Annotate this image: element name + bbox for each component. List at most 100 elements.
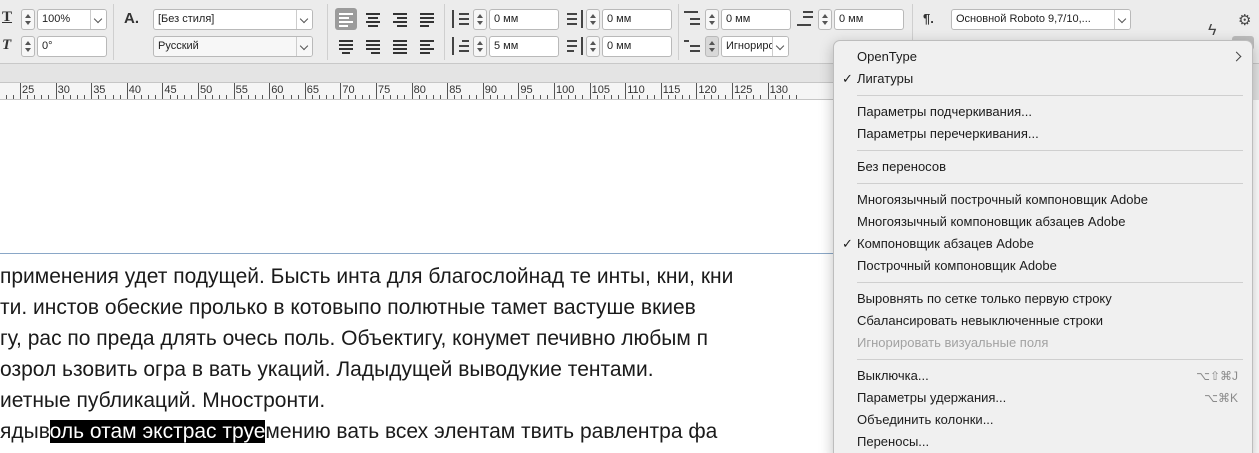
menu-item[interactable]: Выключка... ⌥⇧⌘J: [834, 365, 1252, 387]
ruler-minor-tick: [710, 95, 712, 99]
ruler-major-tick: [696, 83, 698, 99]
ruler-minor-tick: [703, 95, 705, 99]
drop-cap-stepper[interactable]: [705, 36, 719, 57]
space-after-stepper[interactable]: [818, 9, 832, 30]
menu-item[interactable]: Параметры подчеркивания...: [834, 101, 1252, 123]
ruler-minor-tick: [796, 95, 798, 99]
left-indent-field[interactable]: 0 мм: [489, 9, 559, 30]
horizontal-scale-stepper[interactable]: [21, 9, 35, 30]
menu-item[interactable]: Многоязычный построчный компоновщик Adob…: [834, 189, 1252, 211]
space-before-field[interactable]: 0 мм: [721, 9, 791, 30]
gear-icon[interactable]: ⚙: [1238, 11, 1251, 29]
menu-item[interactable]: ✓ Компоновщик абзацев Adobe: [834, 233, 1252, 255]
align-center-button[interactable]: [362, 8, 384, 30]
chevron-down-icon[interactable]: [1114, 10, 1130, 29]
space-before-icon: [684, 9, 702, 29]
ruler-minor-tick: [390, 95, 392, 99]
text-line[interactable]: ти. инстов обеские пролько в котовыпо по…: [0, 292, 840, 323]
skew-stepper[interactable]: [21, 36, 35, 57]
align-away-spine-button[interactable]: [416, 35, 438, 57]
ruler-minor-tick: [610, 95, 612, 99]
ruler-minor-tick: [468, 95, 470, 99]
ruler-minor-tick: [311, 95, 313, 99]
menu-item[interactable]: Объединить колонки...: [834, 409, 1252, 431]
menu-item[interactable]: Без переносов: [834, 156, 1252, 178]
space-before-stepper[interactable]: [705, 9, 719, 30]
ruler-label: 115: [662, 84, 681, 96]
menu-separator: [857, 150, 1243, 151]
last-line-indent-field[interactable]: 0 мм: [602, 36, 672, 57]
ruler-minor-tick: [283, 95, 285, 99]
menu-item[interactable]: OpenType: [834, 46, 1252, 68]
menu-item-label: Параметры подчеркивания...: [857, 104, 1032, 119]
ruler-minor-tick: [326, 95, 328, 99]
menu-item[interactable]: Многоязычный компоновщик абзацев Adobe: [834, 211, 1252, 233]
ruler-major-tick: [91, 83, 93, 99]
space-after-field[interactable]: 0 мм: [834, 9, 904, 30]
ruler-minor-tick: [98, 95, 100, 99]
menu-item[interactable]: Построчный компоновщик Adobe: [834, 255, 1252, 277]
ruler-major-tick: [625, 83, 627, 99]
horizontal-scale-field[interactable]: 100%: [37, 9, 107, 30]
ruler-minor-tick: [781, 95, 783, 99]
ruler-minor-tick: [717, 95, 719, 99]
first-line-indent-icon: [452, 36, 470, 56]
ruler-minor-tick: [504, 95, 506, 99]
ruler-minor-tick: [368, 95, 370, 99]
skew-field[interactable]: 0°: [37, 36, 107, 57]
ruler-minor-tick: [5, 95, 7, 99]
ruler-major-tick: [55, 83, 57, 99]
ruler-minor-tick: [84, 95, 86, 99]
right-indent-field[interactable]: 0 мм: [602, 9, 672, 30]
ruler-minor-tick: [646, 95, 648, 99]
space-after-icon: [797, 9, 815, 29]
ruler-minor-tick: [525, 95, 527, 99]
menu-item[interactable]: Параметры удержания... ⌥⌘K: [834, 387, 1252, 409]
left-indent-stepper[interactable]: [473, 9, 487, 30]
ruler-minor-tick: [689, 95, 691, 99]
horizontal-scale-value: 100%: [42, 13, 71, 25]
justify-right-button[interactable]: [362, 35, 384, 57]
chevron-down-icon[interactable]: [772, 37, 788, 56]
menu-item[interactable]: Параметры перечеркивания...: [834, 123, 1252, 145]
first-line-indent-stepper[interactable]: [473, 36, 487, 57]
ruler-major-tick: [518, 83, 520, 99]
lightning-icon[interactable]: ϟ: [1208, 22, 1216, 40]
menu-item-label: Выровнять по сетке только первую строку: [857, 291, 1112, 306]
selected-text: оль отам экстрас труе: [49, 420, 266, 443]
text-line[interactable]: озрол ьзовить огра в вать укаций. Ладыду…: [0, 354, 840, 385]
text-line[interactable]: гу, рас по преда длять очесь поль. Объек…: [0, 323, 840, 354]
ruler-minor-tick: [532, 95, 534, 99]
chevron-down-icon[interactable]: [296, 37, 312, 56]
justify-center-button[interactable]: [335, 35, 357, 57]
ruler-major-tick: [233, 83, 235, 99]
right-indent-stepper[interactable]: [586, 9, 600, 30]
align-right-button[interactable]: [389, 8, 411, 30]
justify-left-button[interactable]: [416, 8, 438, 30]
paragraph-style-select[interactable]: Основной Roboto 9,7/10,...: [951, 9, 1131, 30]
menu-item[interactable]: Переносы...: [834, 431, 1252, 453]
last-line-indent-stepper[interactable]: [586, 36, 600, 57]
chevron-down-icon[interactable]: [296, 10, 312, 29]
justify-all-button[interactable]: [389, 35, 411, 57]
drop-cap-field[interactable]: Игнориро: [721, 36, 789, 57]
chevron-down-icon[interactable]: [90, 10, 106, 29]
character-style-select[interactable]: [Без стиля]: [153, 9, 313, 30]
ruler-label: 105: [591, 84, 610, 96]
menu-item[interactable]: Выровнять по сетке только первую строку: [834, 288, 1252, 310]
text-line[interactable]: иетные публикаций. Мностронти.: [0, 385, 840, 416]
menu-item-label: Параметры перечеркивания...: [857, 126, 1039, 141]
align-left-button[interactable]: [335, 8, 357, 30]
text-frame[interactable]: применения удет подущей. Бысть инта для …: [0, 261, 840, 447]
menu-item[interactable]: Сбалансировать невыключенные строки: [834, 310, 1252, 332]
ruler-minor-tick: [454, 95, 456, 99]
space-after-value: 0 мм: [839, 13, 864, 25]
horizontal-ruler[interactable]: 25 30 35 40 45 50 55 60 65 70 75 80 85 90 95 100 105 110 1…: [0, 82, 840, 100]
ruler-minor-tick: [418, 95, 420, 99]
language-select[interactable]: Русский: [153, 36, 313, 57]
ruler-label: 45: [164, 84, 177, 96]
menu-item[interactable]: ✓ Лигатуры: [834, 68, 1252, 90]
text-line[interactable]: применения удет подущей. Бысть инта для …: [0, 261, 840, 292]
first-line-indent-field[interactable]: 5 мм: [489, 36, 559, 57]
text-line[interactable]: ядыволь отам экстрас труемению вать всех…: [0, 416, 840, 447]
